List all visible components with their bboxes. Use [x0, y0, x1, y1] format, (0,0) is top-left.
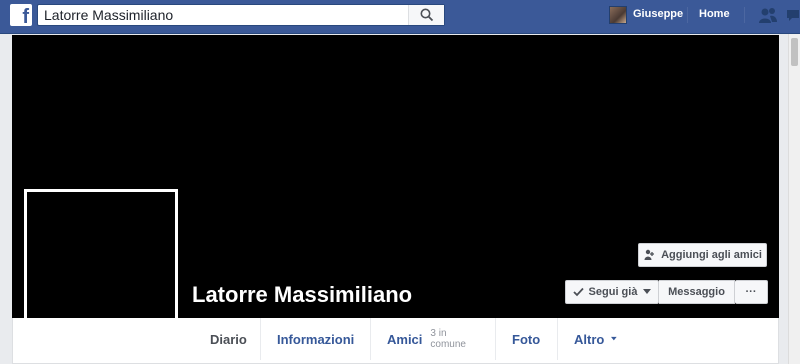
home-link[interactable]: Home	[699, 8, 730, 20]
messages-icon[interactable]	[786, 7, 800, 25]
tab-informazioni[interactable]: Informazioni	[261, 318, 371, 360]
scrollbar-thumb[interactable]	[791, 38, 798, 66]
chevron-down-icon	[611, 336, 617, 341]
more-options-icon: ···	[745, 286, 757, 298]
following-label: Segui già	[588, 286, 638, 298]
message-button[interactable]: Messaggio	[659, 280, 735, 304]
following-button[interactable]: Segui già	[565, 280, 659, 304]
search-button[interactable]	[408, 5, 444, 25]
add-friend-button[interactable]: Aggiungi agli amici	[638, 243, 767, 267]
tab-foto[interactable]: Foto	[496, 318, 558, 360]
profile-tab-bar: Diario Informazioni Amici 3 in comune Fo…	[12, 318, 779, 364]
add-friend-label: Aggiungi agli amici	[661, 249, 762, 261]
tab-label: Informazioni	[277, 331, 355, 347]
page-scrollbar[interactable]	[788, 34, 800, 364]
more-options-button[interactable]: ···	[735, 280, 768, 304]
user-name-link[interactable]: Giuseppe	[633, 8, 683, 20]
profile-name[interactable]: Latorre Massimiliano	[192, 282, 412, 308]
nav-divider	[687, 7, 688, 23]
add-friend-icon	[644, 249, 655, 260]
tab-altro[interactable]: Altro	[558, 318, 633, 360]
nav-divider	[744, 7, 745, 23]
search-box	[37, 4, 445, 26]
facebook-logo[interactable]: f	[10, 4, 32, 26]
mutual-friends-count: 3 in comune	[430, 328, 466, 350]
tab-amici[interactable]: Amici 3 in comune	[371, 318, 496, 360]
message-label: Messaggio	[668, 286, 725, 298]
top-navbar: f Giuseppe Home	[0, 0, 800, 34]
check-icon	[572, 287, 584, 297]
search-input[interactable]	[38, 5, 408, 25]
user-avatar[interactable]	[609, 6, 627, 24]
friend-requests-icon[interactable]	[758, 7, 778, 25]
tab-label: Amici	[387, 331, 423, 347]
tab-label: Diario	[210, 331, 247, 347]
chevron-down-icon	[643, 289, 652, 294]
tab-label: Altro	[574, 331, 605, 347]
tab-diario[interactable]: Diario	[194, 318, 261, 360]
search-icon	[420, 8, 433, 22]
tab-label: Foto	[512, 331, 541, 347]
